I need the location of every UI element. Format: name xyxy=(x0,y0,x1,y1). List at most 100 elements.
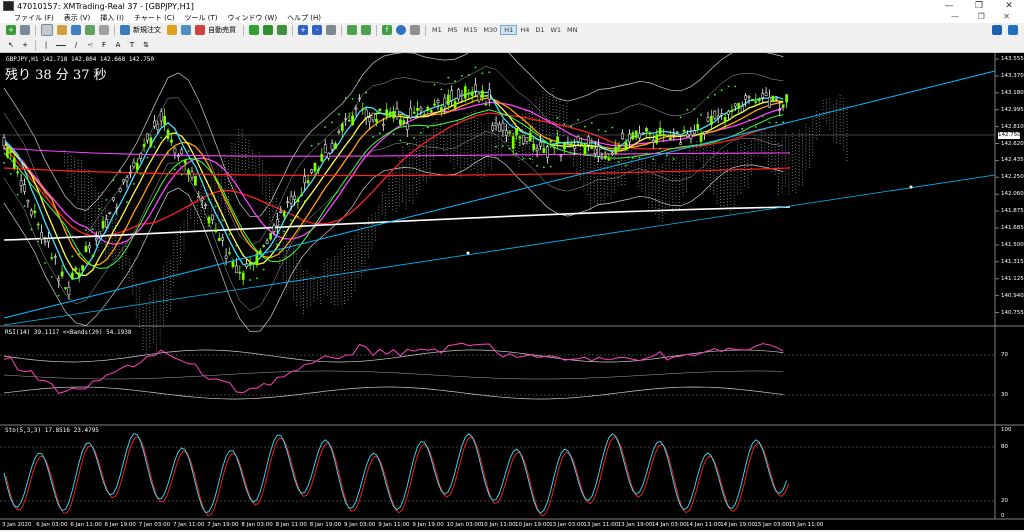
candle-body xyxy=(190,171,194,178)
candle-body xyxy=(9,148,13,153)
candle-body xyxy=(245,263,248,268)
arrows-icon[interactable]: ⇅ xyxy=(141,40,151,50)
parabolic-sar-dot xyxy=(57,294,60,297)
timeframe-m15[interactable]: M15 xyxy=(461,26,481,34)
search-icon[interactable] xyxy=(992,25,1002,35)
candle-body xyxy=(238,271,242,274)
candle-body xyxy=(498,123,501,132)
timeframe-w1[interactable]: W1 xyxy=(547,26,564,34)
timeframe-m5[interactable]: M5 xyxy=(445,26,461,34)
maximize-icon[interactable]: ❐ xyxy=(964,0,994,12)
candle-body xyxy=(737,102,741,109)
new-order-button[interactable]: 新規注文 xyxy=(133,25,161,35)
signals-icon[interactable] xyxy=(181,25,191,35)
parabolic-sar-dot xyxy=(351,98,354,100)
candle-body xyxy=(720,113,724,116)
parabolic-sar-dot xyxy=(146,156,149,159)
timeframe-mn[interactable]: MN xyxy=(564,26,580,34)
line-chart-icon[interactable] xyxy=(277,25,287,35)
close-icon[interactable]: ✕ xyxy=(994,0,1024,12)
parabolic-sar-dot xyxy=(201,181,204,183)
chart-canvas[interactable] xyxy=(0,53,1024,530)
market-watch-icon[interactable] xyxy=(41,24,53,36)
text-tool-icon[interactable]: A xyxy=(113,40,123,50)
auto-trading-button[interactable]: 自動売買 xyxy=(208,25,236,35)
candle-body xyxy=(320,153,324,162)
cursor-icon[interactable]: ↖ xyxy=(6,40,16,50)
candle-body xyxy=(463,86,467,99)
parabolic-sar-dot xyxy=(78,253,81,256)
candle-body xyxy=(235,265,238,274)
horizontal-line-icon[interactable] xyxy=(56,44,66,46)
time-axis-label: 6 Jan 03:00 xyxy=(36,522,68,528)
candle-body xyxy=(163,116,166,125)
timeframe-h1[interactable]: H1 xyxy=(500,25,518,35)
profiles-icon[interactable] xyxy=(20,25,30,35)
candle-body xyxy=(399,119,402,125)
data-window-icon[interactable] xyxy=(57,25,67,35)
terminal-icon[interactable] xyxy=(85,25,95,35)
candle-body xyxy=(101,220,105,229)
auto-scroll-icon[interactable] xyxy=(361,25,371,35)
tile-windows-icon[interactable] xyxy=(326,25,336,35)
templates-icon[interactable] xyxy=(410,25,420,35)
candle-body xyxy=(436,100,440,103)
new-chart-icon[interactable]: + xyxy=(6,25,16,35)
menu-window[interactable]: ウィンドウ (W) xyxy=(222,13,282,23)
label-tool-icon[interactable]: T xyxy=(127,40,137,50)
candle-body xyxy=(334,143,337,149)
new-order-icon[interactable] xyxy=(120,25,130,35)
chart-shift-icon[interactable] xyxy=(347,25,357,35)
menu-insert[interactable]: 挿入 (I) xyxy=(95,13,129,23)
equidistant-channel-icon[interactable]: ∹ xyxy=(85,40,95,50)
timeframe-d1[interactable]: D1 xyxy=(532,26,547,34)
candle-body xyxy=(19,180,23,186)
menu-chart[interactable]: チャート (C) xyxy=(129,13,180,23)
candle-body xyxy=(539,141,542,147)
candle-body xyxy=(757,98,761,102)
time-axis-label: 6 Jan 11:00 xyxy=(70,522,102,528)
candle-body xyxy=(40,231,43,240)
timeframe-h4[interactable]: H4 xyxy=(517,26,532,34)
zoom-out-icon[interactable]: - xyxy=(312,25,322,35)
chart-window[interactable]: GBPJPY,H1 142.718 142.804 142.668 142.75… xyxy=(0,53,1024,530)
zoom-in-icon[interactable]: + xyxy=(298,25,308,35)
trendline-upper xyxy=(3,70,996,319)
parabolic-sar-dot xyxy=(604,130,607,133)
tester-icon[interactable] xyxy=(99,25,109,35)
candle-body xyxy=(419,107,423,112)
timeframe-m30[interactable]: M30 xyxy=(480,26,500,34)
trendline-icon[interactable]: / xyxy=(71,40,81,50)
price-axis-label: 141.685 xyxy=(1001,225,1024,231)
menu-help[interactable]: ヘルプ (H) xyxy=(282,13,326,23)
menu-file[interactable]: ファイル (F) xyxy=(0,13,59,23)
candle-body xyxy=(221,237,225,241)
mdi-window-controls[interactable]: — ❐ ✕ xyxy=(951,12,1018,21)
auto-trading-icon[interactable] xyxy=(195,25,205,35)
parabolic-sar-dot xyxy=(461,74,463,77)
community-icon[interactable] xyxy=(1008,25,1018,35)
price-axis-label: 142.995 xyxy=(1001,106,1024,113)
vertical-line-icon[interactable]: | xyxy=(41,40,51,50)
price-axis-label: 142.435 xyxy=(1001,157,1024,164)
candle-body xyxy=(405,123,409,130)
candle-body xyxy=(286,201,289,204)
menu-tools[interactable]: ツール (T) xyxy=(179,13,222,23)
menu-view[interactable]: 表示 (V) xyxy=(59,13,95,23)
minimize-icon[interactable]: — xyxy=(934,0,964,12)
toolbar-separator xyxy=(341,24,342,36)
fibonacci-icon[interactable]: F xyxy=(99,40,109,50)
crosshair-icon[interactable]: + xyxy=(20,40,30,50)
navigator-icon[interactable] xyxy=(71,25,81,35)
bar-chart-icon[interactable] xyxy=(249,25,259,35)
candlestick-icon[interactable] xyxy=(263,25,273,35)
time-axis-label: 7 Jan 11:00 xyxy=(173,522,205,528)
metaeditor-icon[interactable] xyxy=(167,25,177,35)
indicators-icon[interactable]: f xyxy=(382,25,392,35)
periods-icon[interactable] xyxy=(396,25,406,35)
moving-average-long-red xyxy=(3,167,791,177)
parabolic-sar-dot xyxy=(180,173,183,176)
candle-body xyxy=(487,89,491,100)
timeframe-m1[interactable]: M1 xyxy=(429,26,445,34)
price-axis-label: 140.940 xyxy=(1001,292,1024,299)
